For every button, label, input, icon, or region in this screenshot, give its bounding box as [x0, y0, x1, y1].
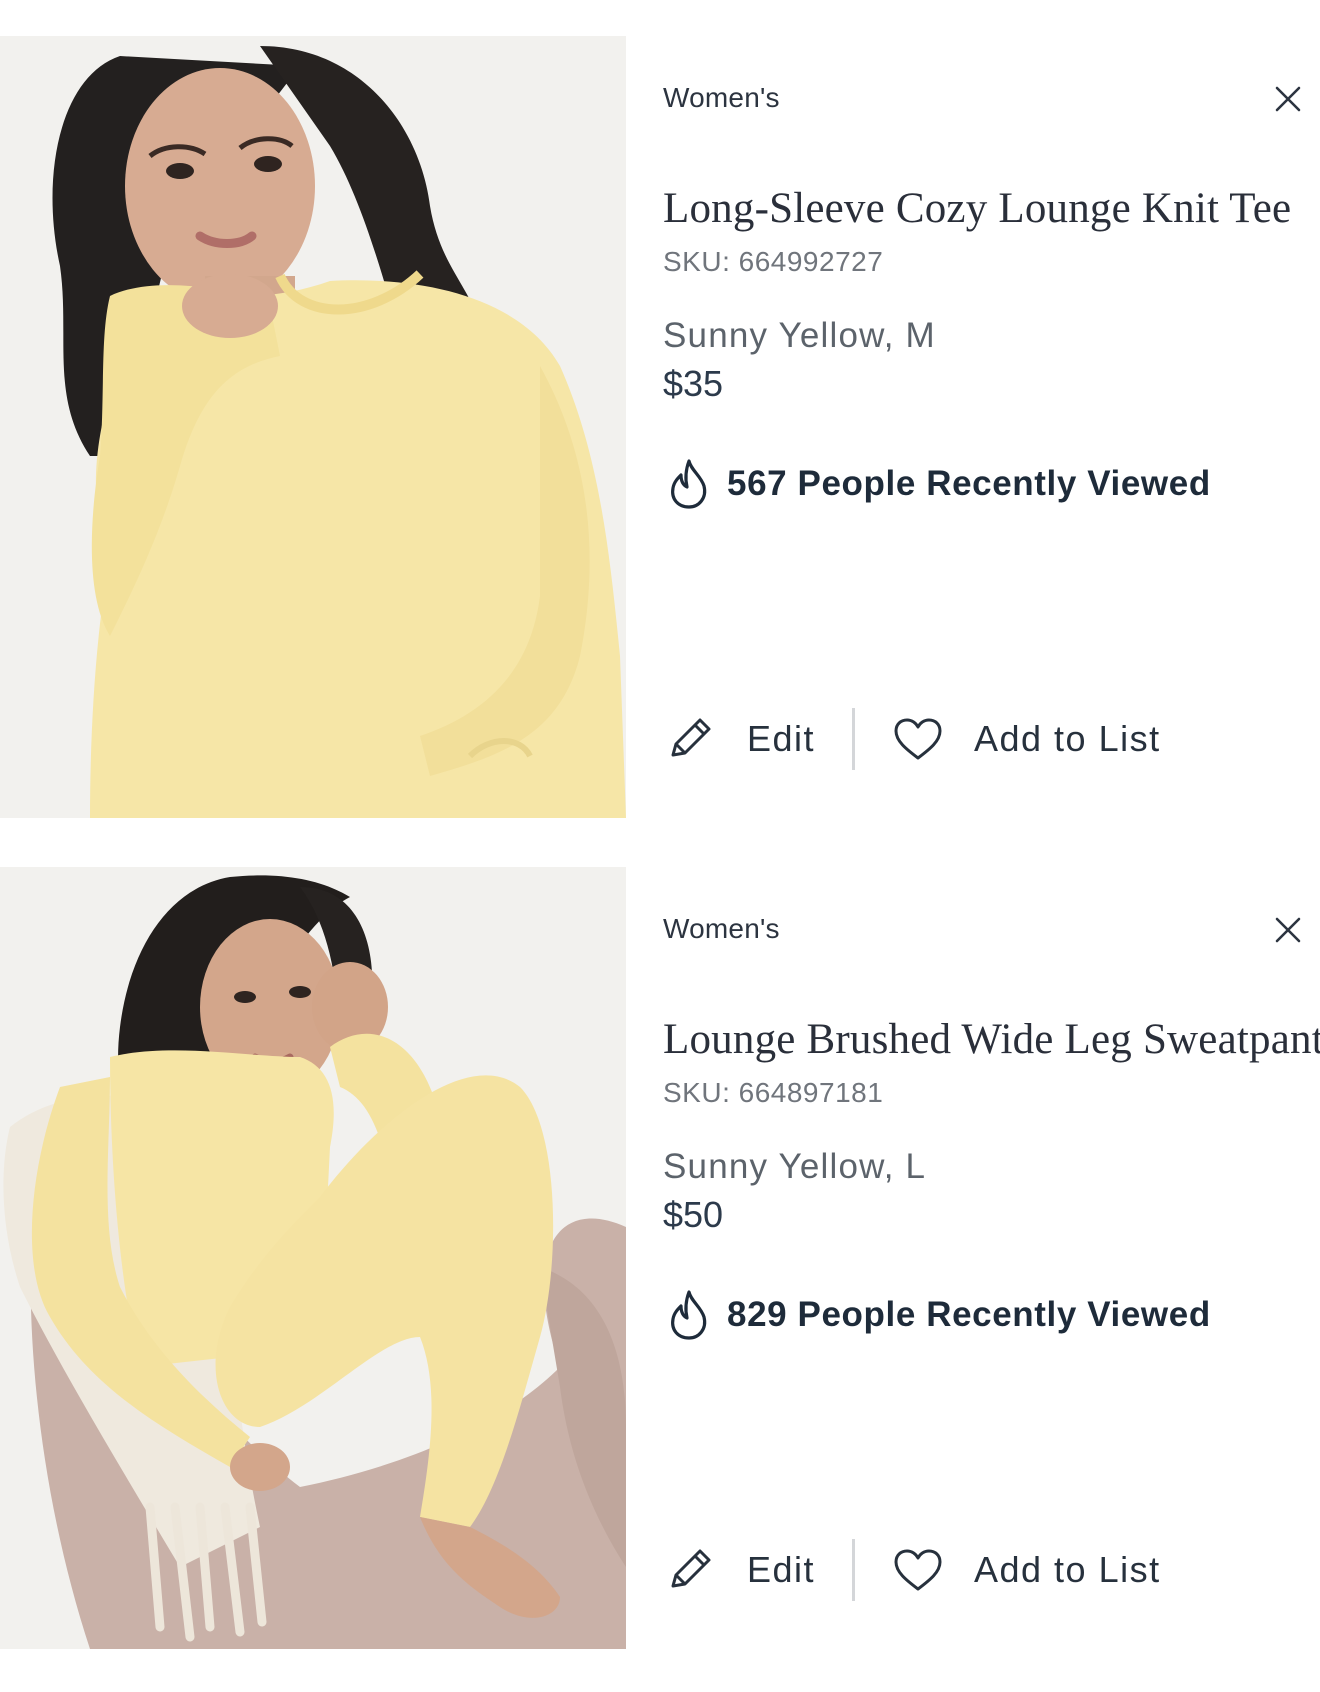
product-variant: Sunny Yellow, M	[663, 316, 936, 355]
product-price: $35	[663, 363, 724, 404]
pencil-icon	[671, 1549, 711, 1588]
product-sku: SKU: 664992727	[663, 246, 884, 277]
add-to-list-label: Add to List	[974, 1549, 1161, 1590]
remove-item-button[interactable]	[1273, 915, 1303, 945]
product-details: Women's Lounge Brushed Wide Leg Sweatpan…	[663, 867, 1320, 1649]
remove-item-button[interactable]	[1273, 84, 1303, 114]
recent-views-badge: 829 People Recently Viewed	[667, 1289, 1211, 1341]
add-to-list-button[interactable]: Add to List	[892, 708, 1161, 770]
item-actions: Edit Add to List	[663, 1539, 1303, 1601]
cart-item: Women's Lounge Brushed Wide Leg Sweatpan…	[0, 867, 1320, 1649]
recent-views-badge: 567 People Recently Viewed	[667, 458, 1211, 510]
product-details: Women's Long-Sleeve Cozy Lounge Knit Tee…	[663, 36, 1303, 818]
product-image[interactable]	[0, 36, 626, 818]
product-title[interactable]: Lounge Brushed Wide Leg Sweatpant	[663, 1015, 1320, 1064]
flame-icon	[671, 459, 707, 509]
product-photo-sweatpant	[0, 867, 626, 1649]
close-icon	[1275, 86, 1301, 112]
product-sku: SKU: 664897181	[663, 1077, 884, 1108]
close-icon	[1275, 917, 1301, 943]
product-image[interactable]	[0, 867, 626, 1649]
edit-label: Edit	[747, 718, 816, 759]
add-to-list-button[interactable]: Add to List	[892, 1539, 1161, 1601]
pencil-icon	[671, 718, 711, 757]
cart-item: Women's Long-Sleeve Cozy Lounge Knit Tee…	[0, 36, 1320, 818]
recent-views-text: 567 People Recently Viewed	[727, 464, 1211, 503]
heart-icon	[894, 718, 942, 760]
product-variant: Sunny Yellow, L	[663, 1147, 927, 1186]
action-divider	[852, 708, 855, 770]
edit-button[interactable]: Edit	[665, 708, 815, 770]
product-price: $50	[663, 1194, 724, 1235]
edit-label: Edit	[747, 1549, 816, 1590]
product-title[interactable]: Long-Sleeve Cozy Lounge Knit Tee	[663, 184, 1303, 233]
item-actions: Edit Add to List	[663, 708, 1303, 770]
edit-button[interactable]: Edit	[665, 1539, 815, 1601]
flame-icon	[671, 1290, 707, 1340]
action-divider	[852, 1539, 855, 1601]
heart-icon	[894, 1549, 942, 1591]
product-category: Women's	[663, 913, 780, 944]
product-photo-tee	[0, 36, 626, 818]
product-category: Women's	[663, 82, 780, 113]
add-to-list-label: Add to List	[974, 718, 1161, 759]
recent-views-text: 829 People Recently Viewed	[727, 1295, 1211, 1334]
